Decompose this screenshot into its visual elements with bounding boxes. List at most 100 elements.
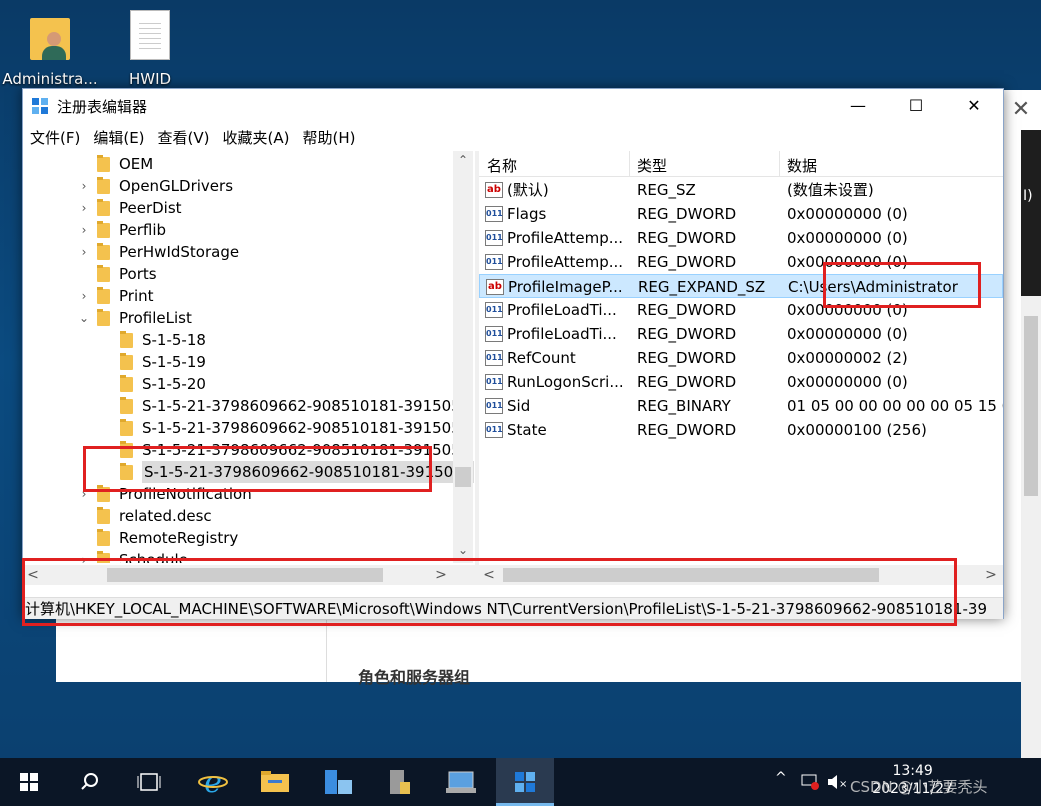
- network-status-icon[interactable]: [800, 773, 820, 791]
- binary-value-icon: 011: [485, 230, 503, 246]
- expand-chevron-icon[interactable]: ›: [79, 197, 89, 219]
- expand-chevron-icon[interactable]: ›: [79, 219, 89, 241]
- background-scrollbar[interactable]: [1021, 296, 1041, 772]
- tools-taskbar-button[interactable]: [370, 758, 428, 806]
- tree-node-label: OEM: [119, 155, 154, 173]
- table-row[interactable]: 011 Sid REG_BINARY 01 05 00 00 00 00 00 05 …: [479, 394, 1003, 418]
- tree-node-label: Perflib: [119, 221, 167, 239]
- string-value-icon: ab: [486, 279, 504, 295]
- cell-type: REG_DWORD: [637, 421, 737, 439]
- server-manager-taskbar-button[interactable]: [308, 758, 366, 806]
- cell-type: REG_BINARY: [637, 397, 731, 415]
- tree-node[interactable]: › Perflib: [23, 219, 475, 241]
- table-row[interactable]: 011 ProfileAttemp... REG_DWORD 0x00000000 (…: [479, 226, 1003, 250]
- tree-node[interactable]: S-1-5-20: [23, 373, 475, 395]
- background-header-text: I): [1023, 188, 1033, 204]
- column-name[interactable]: 名称: [487, 155, 517, 176]
- menu-help[interactable]: 帮助(H): [295, 123, 361, 148]
- menu-view[interactable]: 查看(V): [151, 123, 216, 148]
- expand-chevron-icon[interactable]: ›: [79, 241, 89, 263]
- close-button[interactable]: ✕: [945, 89, 1003, 123]
- desktop-icon-administrator[interactable]: Administra...: [2, 10, 98, 88]
- tray-chevron-icon[interactable]: ^: [775, 770, 787, 786]
- close-icon[interactable]: ✕: [1001, 90, 1041, 130]
- cell-data: 0x00000000 (0): [787, 325, 908, 343]
- title-bar[interactable]: 注册表编辑器 — ☐ ✕: [23, 89, 1003, 123]
- tree-node[interactable]: related.desc: [23, 505, 475, 527]
- search-button[interactable]: [60, 758, 118, 806]
- expand-chevron-icon[interactable]: ›: [79, 285, 89, 307]
- menu-favorites[interactable]: 收藏夹(A): [216, 123, 296, 148]
- cell-name: Flags: [507, 205, 547, 223]
- binary-value-icon: 011: [485, 422, 503, 438]
- tree-node[interactable]: › Print: [23, 285, 475, 307]
- volume-muted-icon[interactable]: ×: [826, 773, 846, 791]
- minimize-button[interactable]: —: [829, 89, 887, 123]
- tree-node-label: PerHwIdStorage: [119, 243, 240, 261]
- folder-icon: [97, 529, 110, 546]
- divider: [326, 620, 327, 682]
- network-taskbar-button[interactable]: [432, 758, 490, 806]
- scroll-down-icon[interactable]: ⌄: [458, 543, 468, 557]
- table-row[interactable]: 011 RefCount REG_DWORD 0x00000002 (2): [479, 346, 1003, 370]
- cell-type: REG_DWORD: [637, 205, 737, 223]
- scrollbar-thumb[interactable]: [1024, 316, 1038, 496]
- tree-node-label: PeerDist: [119, 199, 182, 217]
- internet-explorer-icon: e: [198, 765, 228, 800]
- tree-node-label: OpenGLDrivers: [119, 177, 234, 195]
- explorer-taskbar-button[interactable]: [246, 758, 304, 806]
- tree-node[interactable]: › PerHwIdStorage: [23, 241, 475, 263]
- tree-node[interactable]: › PeerDist: [23, 197, 475, 219]
- binary-value-icon: 011: [485, 374, 503, 390]
- cell-type: REG_SZ: [637, 181, 696, 199]
- cell-data: 0x00000000 (0): [787, 205, 908, 223]
- tree-node[interactable]: S-1-5-19: [23, 351, 475, 373]
- cell-name: RefCount: [507, 349, 576, 367]
- folder-icon: [120, 397, 133, 414]
- ie-taskbar-button[interactable]: e: [184, 758, 242, 806]
- collapse-chevron-icon[interactable]: ⌄: [79, 307, 89, 329]
- folder-icon: [97, 243, 110, 260]
- table-row[interactable]: ab (默认) REG_SZ (数值未设置): [479, 178, 1003, 202]
- expand-chevron-icon[interactable]: ›: [79, 175, 89, 197]
- folder-icon: [97, 177, 110, 194]
- tree-vertical-scrollbar[interactable]: ⌃ ⌄: [453, 151, 473, 563]
- desktop-icon-hwid[interactable]: HWID: [102, 10, 198, 88]
- task-view-button[interactable]: [120, 758, 178, 806]
- regedit-taskbar-button[interactable]: [496, 758, 554, 806]
- table-row[interactable]: 011 State REG_DWORD 0x00000100 (256): [479, 418, 1003, 442]
- menu-edit[interactable]: 编辑(E): [86, 123, 150, 148]
- tree-node[interactable]: Ports: [23, 263, 475, 285]
- scroll-right-icon[interactable]: >: [981, 565, 1001, 585]
- tree-node[interactable]: S-1-5-21-3798609662-908510181-3915057: [23, 417, 475, 439]
- tree-node[interactable]: S-1-5-21-3798609662-908510181-3915057: [23, 395, 475, 417]
- user-folder-icon: [28, 10, 72, 60]
- desktop-icon-label: Administra...: [2, 70, 98, 88]
- table-row[interactable]: 011 Flags REG_DWORD 0x00000000 (0): [479, 202, 1003, 226]
- registry-tree[interactable]: OEM › OpenGLDrivers › PeerDist › Perflib › PerHw…: [23, 151, 475, 563]
- computer-network-icon: [446, 771, 476, 793]
- start-button[interactable]: [0, 758, 58, 806]
- column-data[interactable]: 数据: [787, 155, 817, 176]
- column-type[interactable]: 类型: [637, 155, 667, 176]
- svg-text:×: ×: [839, 779, 846, 790]
- tree-node[interactable]: RemoteRegistry: [23, 527, 475, 549]
- tree-node[interactable]: › OpenGLDrivers: [23, 175, 475, 197]
- cell-name: ProfileLoadTi...: [507, 325, 617, 343]
- cell-name: ProfileAttemp...: [507, 253, 624, 271]
- cell-type: REG_DWORD: [637, 325, 737, 343]
- scrollbar-thumb[interactable]: [455, 467, 471, 487]
- tree-node-label: S-1-5-21-3798609662-908510181-3915057: [142, 397, 471, 415]
- search-icon: [81, 773, 98, 790]
- task-view-icon: [137, 773, 161, 791]
- tree-node-label: Ports: [119, 265, 157, 283]
- table-row[interactable]: 011 RunLogonScri... REG_DWORD 0x00000000 (0…: [479, 370, 1003, 394]
- table-row[interactable]: 011 ProfileLoadTi... REG_DWORD 0x00000000 (…: [479, 322, 1003, 346]
- tree-node[interactable]: S-1-5-18: [23, 329, 475, 351]
- scroll-up-icon[interactable]: ⌃: [458, 153, 468, 167]
- tree-node[interactable]: OEM: [23, 153, 475, 175]
- tree-node[interactable]: ⌄ ProfileList: [23, 307, 475, 329]
- value-list[interactable]: 名称 类型 数据 ab (默认) REG_SZ (数值未设置) 011 Flags REG_…: [479, 151, 1003, 563]
- maximize-button[interactable]: ☐: [887, 89, 945, 123]
- menu-file[interactable]: 文件(F): [23, 123, 86, 148]
